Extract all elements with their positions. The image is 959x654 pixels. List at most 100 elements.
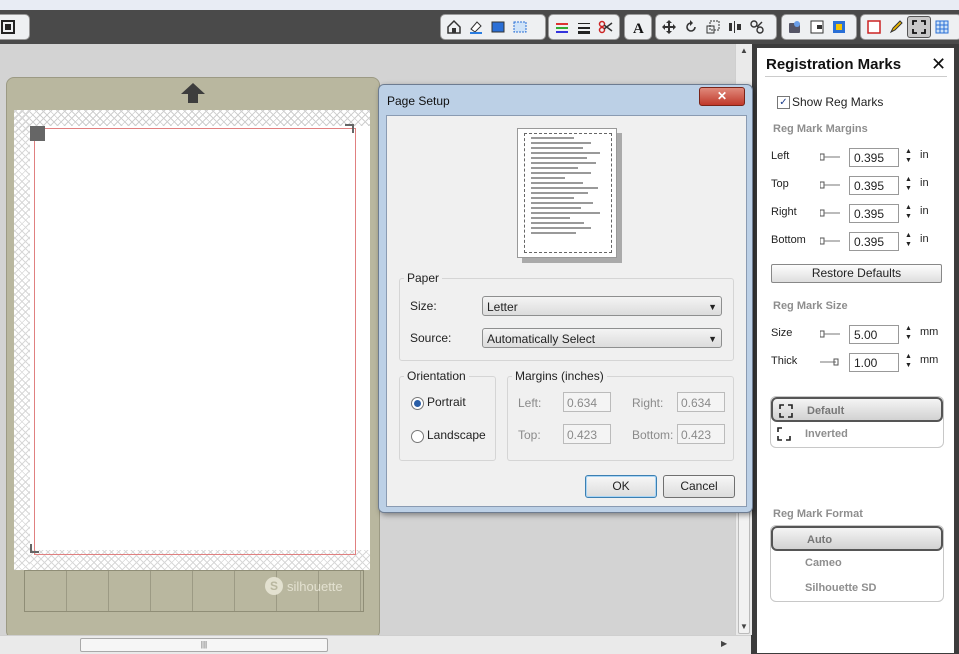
horizontal-scrollbar[interactable]: ||| ▶ (0, 635, 751, 654)
reg-top-input[interactable]: 0.395 (849, 176, 899, 195)
format-auto-option[interactable]: Auto (771, 526, 943, 551)
reg-thick-label: Thick (771, 355, 798, 367)
reg-top-unit: in (920, 177, 929, 189)
format-auto-label: Auto (807, 534, 833, 546)
style-inverted-option[interactable]: Inverted (771, 422, 943, 447)
reg-mark-size-heading: Reg Mark Size (773, 300, 848, 312)
reg-left-stepper[interactable]: ▲ ▼ (905, 147, 912, 165)
margin-right-input[interactable]: 0.634 (677, 392, 725, 412)
margin-bottom-input[interactable]: 0.423 (677, 424, 725, 444)
show-reg-marks-checkbox[interactable]: ✓ (777, 96, 790, 109)
rotate-icon[interactable] (680, 17, 702, 37)
offset-icon[interactable] (806, 17, 828, 37)
paper-size-label: Size: (410, 299, 437, 313)
text-style-icon[interactable]: A (627, 17, 649, 37)
landscape-radio[interactable] (411, 430, 424, 443)
reg-bottom-stepper[interactable]: ▲ ▼ (905, 231, 912, 249)
inverted-marks-icon (777, 427, 791, 441)
scroll-right-icon[interactable]: ▶ (721, 639, 727, 648)
reg-left-label: Left (771, 150, 790, 162)
reg-left-input[interactable]: 0.395 (849, 148, 899, 167)
scroll-down-icon[interactable]: ▼ (740, 622, 748, 631)
paper-size-value: Letter (487, 300, 518, 314)
margin-right-label: Right: (632, 396, 664, 410)
cut-settings-icon[interactable] (595, 17, 617, 37)
scroll-up-icon[interactable]: ▲ (740, 46, 748, 55)
align-icon[interactable] (724, 17, 746, 37)
move-icon[interactable] (658, 17, 680, 37)
pattern-fill-icon[interactable] (509, 17, 531, 37)
orientation-group: Orientation (399, 369, 496, 461)
reg-mark-square (30, 126, 45, 141)
reg-thick-input[interactable]: 1.00 (849, 353, 899, 372)
line-style-icon[interactable] (573, 17, 595, 37)
paper-size-select[interactable]: Letter ▼ (482, 296, 722, 316)
format-sd-label: Silhouette SD (805, 582, 877, 594)
panel-close-icon[interactable]: ✕ (931, 54, 946, 75)
reg-size-label: Size (771, 327, 793, 339)
scale-icon[interactable] (702, 17, 724, 37)
reg-bottom-input[interactable]: 0.395 (849, 232, 899, 251)
reg-top-stepper[interactable]: ▲ ▼ (905, 175, 912, 193)
dialog-close-button[interactable]: ✕ (699, 87, 745, 106)
margin-bottom-label: Bottom: (632, 428, 674, 442)
page-area[interactable] (14, 110, 370, 570)
toolbar-group-5 (781, 14, 857, 40)
reg-right-stepper[interactable]: ▲ ▼ (905, 203, 912, 221)
line-color-icon[interactable] (551, 17, 573, 37)
trace-icon[interactable] (828, 17, 850, 37)
slider-left-icon[interactable] (820, 153, 840, 161)
reg-right-input[interactable]: 0.395 (849, 204, 899, 223)
slider-size-icon[interactable] (820, 330, 840, 338)
slider-bottom-icon[interactable] (820, 237, 840, 245)
paper-source-value: Automatically Select (487, 332, 596, 346)
paper-legend: Paper (407, 271, 440, 285)
silhouette-logo-text: silhouette (287, 578, 343, 594)
cancel-button[interactable]: Cancel (663, 475, 735, 498)
reg-mark-bottom-left (30, 544, 39, 553)
feed-direction-arrow-icon (181, 83, 205, 103)
ok-button[interactable]: OK (585, 475, 657, 498)
reg-bottom-label: Bottom (771, 234, 806, 246)
landscape-label: Landscape (427, 428, 486, 442)
sketch-icon[interactable] (885, 17, 907, 37)
margin-left-input[interactable]: 0.634 (563, 392, 611, 412)
fill-color-icon[interactable] (487, 17, 509, 37)
margin-top-input[interactable]: 0.423 (563, 424, 611, 444)
format-sd-option[interactable]: Silhouette SD (771, 576, 943, 601)
horizontal-scroll-thumb[interactable]: ||| (80, 638, 328, 652)
style-default-option[interactable]: Default (771, 397, 943, 422)
grid-icon[interactable] (931, 17, 953, 37)
slider-right-icon[interactable] (820, 209, 840, 217)
registration-marks-icon[interactable] (907, 16, 931, 38)
library-icon[interactable] (784, 17, 806, 37)
format-cameo-option[interactable]: Cameo (771, 551, 943, 576)
close-icon: ✕ (716, 89, 728, 103)
reg-right-label: Right (771, 206, 797, 218)
slider-thick-icon[interactable] (820, 358, 840, 366)
toolbar-group-1 (440, 14, 546, 40)
page-setup-icon[interactable] (443, 17, 465, 37)
margins-group: Margins (inches) (507, 369, 734, 461)
toolbar-group-6 (860, 14, 959, 40)
reg-left-unit: in (920, 149, 929, 161)
paper-source-label: Source: (410, 331, 452, 345)
restore-defaults-button[interactable]: Restore Defaults (771, 264, 942, 283)
reg-mark-top-right (345, 124, 354, 133)
reg-size-input[interactable]: 5.00 (849, 325, 899, 344)
reg-mark-format-heading: Reg Mark Format (773, 508, 863, 520)
panel-title-divider (765, 76, 947, 77)
slider-top-icon[interactable] (820, 181, 840, 189)
portrait-radio[interactable] (411, 397, 424, 410)
toolbar-group-left (0, 14, 30, 40)
panel-toggle-icon[interactable] (0, 17, 19, 37)
reg-thick-stepper[interactable]: ▲ ▼ (905, 352, 912, 370)
paper-source-select[interactable]: Automatically Select ▼ (482, 328, 722, 348)
page-icon[interactable] (863, 17, 885, 37)
toolbar-group-3: A (624, 14, 652, 40)
eraser-icon[interactable] (465, 17, 487, 37)
reg-size-stepper[interactable]: ▲ ▼ (905, 324, 912, 342)
replicate-icon[interactable] (746, 17, 768, 37)
chevron-down-icon: ▼ (708, 334, 717, 344)
orientation-legend: Orientation (407, 369, 466, 383)
